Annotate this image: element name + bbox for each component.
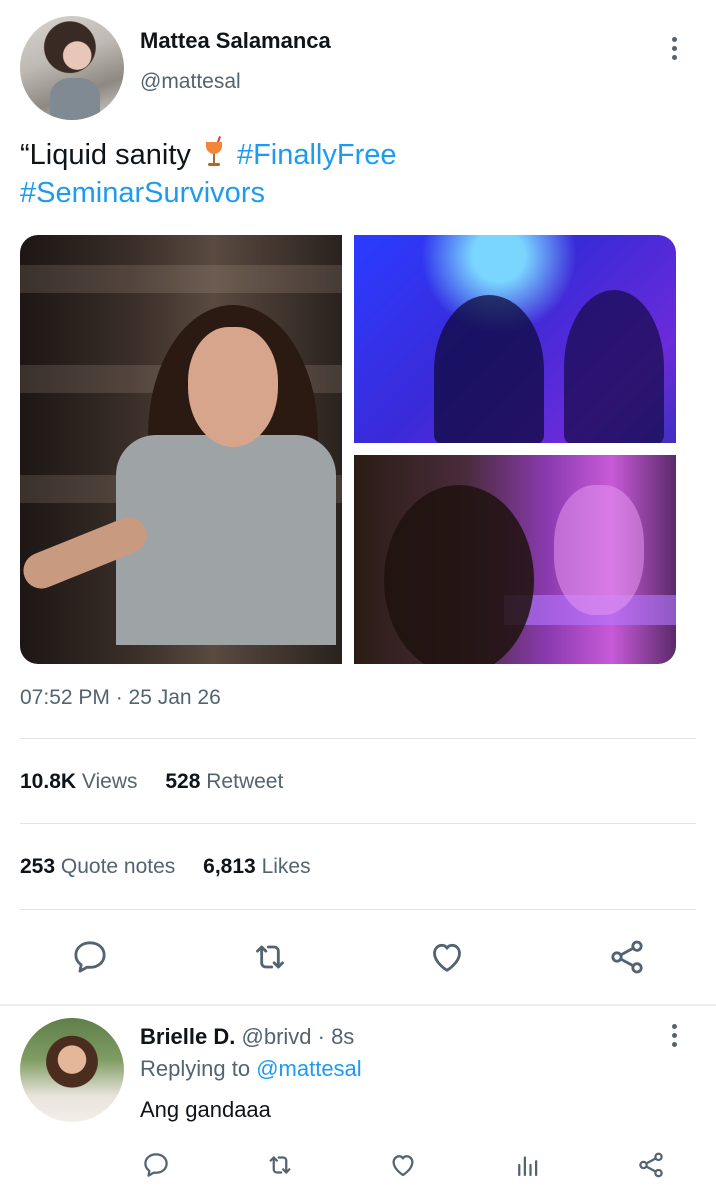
stats-row-2: 253 Quote notes 6,813 Likes <box>20 855 333 879</box>
reply-text: Ang gandaaa <box>140 1097 271 1122</box>
likes-stat[interactable]: 6,813 Likes <box>203 855 310 879</box>
reply-more-options-icon[interactable] <box>672 1024 680 1051</box>
share-icon[interactable] <box>605 935 649 979</box>
views-label: Views <box>81 770 138 793</box>
thread-separator <box>0 1004 716 1006</box>
divider <box>20 909 696 910</box>
tweet-photo-1[interactable] <box>20 235 342 664</box>
tweet-text: “Liquid sanity #FinallyFree #SeminarSurv… <box>20 136 680 212</box>
hashtag-link[interactable]: #FinallyFree <box>237 139 397 171</box>
reply-icon[interactable] <box>68 935 112 979</box>
replying-to: Replying to @mattesal <box>140 1056 362 1082</box>
author-display-name[interactable]: Mattea Salamanca <box>140 28 331 54</box>
retweet-stat[interactable]: 528 Retweet <box>165 770 283 794</box>
tropical-drink-emoji <box>203 136 227 168</box>
like-icon[interactable] <box>381 1143 425 1187</box>
retweet-icon[interactable] <box>248 935 292 979</box>
tweet-timestamp[interactable]: 07:52 PM · 25 Jan 26 <box>20 686 221 710</box>
hashtag-link[interactable]: #SeminarSurvivors <box>20 177 265 209</box>
stats-row-1: 10.8K Views 528 Retweet <box>20 770 305 794</box>
divider <box>20 738 696 739</box>
author-avatar[interactable] <box>20 16 124 120</box>
retweet-icon[interactable] <box>258 1143 302 1187</box>
reply-header: Brielle D. @brivd · 8s <box>140 1024 354 1050</box>
tweet-photo-2[interactable] <box>354 235 676 443</box>
share-icon[interactable] <box>629 1143 673 1187</box>
quote-count: 253 <box>20 855 56 878</box>
retweet-count: 528 <box>165 770 201 793</box>
reply-handle-time[interactable]: @brivd · 8s <box>242 1024 355 1049</box>
tweet-text-body: “Liquid sanity <box>20 139 191 171</box>
like-icon[interactable] <box>425 935 469 979</box>
likes-label: Likes <box>261 855 311 878</box>
reply-icon[interactable] <box>134 1143 178 1187</box>
likes-count: 6,813 <box>203 855 256 878</box>
divider <box>20 823 696 824</box>
reply-author-avatar[interactable] <box>20 1018 124 1122</box>
analytics-icon[interactable] <box>506 1143 550 1187</box>
views-stat[interactable]: 10.8K Views <box>20 770 138 794</box>
replying-label: Replying to <box>140 1056 251 1081</box>
reply-author-name[interactable]: Brielle D. <box>140 1024 235 1049</box>
replying-mention-link[interactable]: @mattesal <box>256 1056 361 1081</box>
quote-label: Quote notes <box>60 855 176 878</box>
more-options-icon[interactable] <box>672 37 680 64</box>
views-count: 10.8K <box>20 770 77 793</box>
retweet-label: Retweet <box>206 770 284 793</box>
tweet-photo-3[interactable] <box>354 455 676 664</box>
author-handle[interactable]: @mattesal <box>140 70 241 94</box>
quote-stat[interactable]: 253 Quote notes <box>20 855 175 879</box>
